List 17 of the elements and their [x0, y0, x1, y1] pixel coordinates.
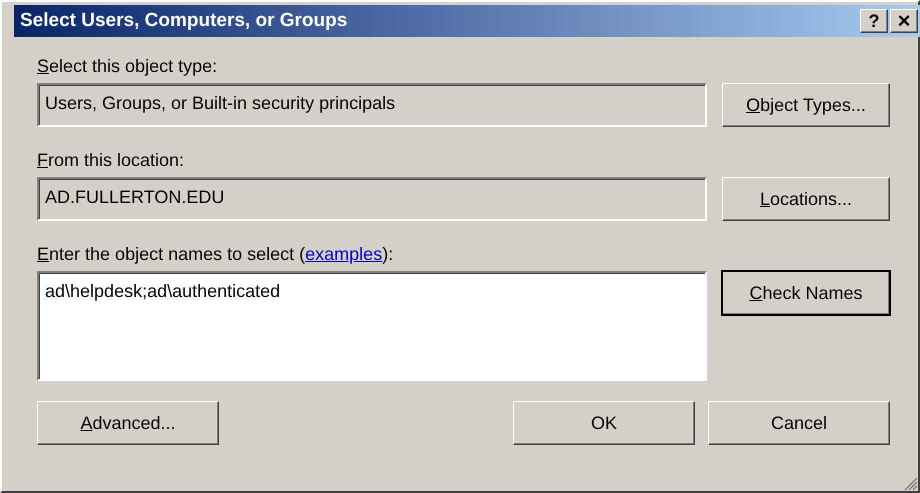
names-input-field[interactable]: ad\helpdesk;ad\authenticated	[37, 271, 707, 381]
field-label: Select this object type:	[37, 55, 218, 77]
dialog-button[interactable]: Advanced...	[37, 401, 219, 445]
side-button[interactable]: Object Types...	[722, 83, 890, 127]
side-button[interactable]: Locations...	[722, 177, 890, 221]
help-button[interactable]: ?	[860, 9, 888, 33]
resize-grip-icon[interactable]	[902, 475, 918, 491]
field-label: From this location:	[37, 149, 186, 171]
readonly-field: Users, Groups, or Built-in security principals	[37, 83, 707, 127]
dialog-button[interactable]: Cancel	[708, 401, 890, 445]
readonly-field: AD.FULLERTON.EDU	[37, 177, 707, 221]
examples-link[interactable]: examples	[305, 244, 382, 264]
side-button[interactable]: Check Names	[722, 271, 890, 315]
field-label: Enter the object names to select (examples):	[37, 243, 394, 265]
dialog-button[interactable]: OK	[513, 401, 695, 445]
window-title: Select Users, Computers, or Groups	[20, 8, 348, 33]
close-button[interactable]: ×	[890, 9, 918, 33]
